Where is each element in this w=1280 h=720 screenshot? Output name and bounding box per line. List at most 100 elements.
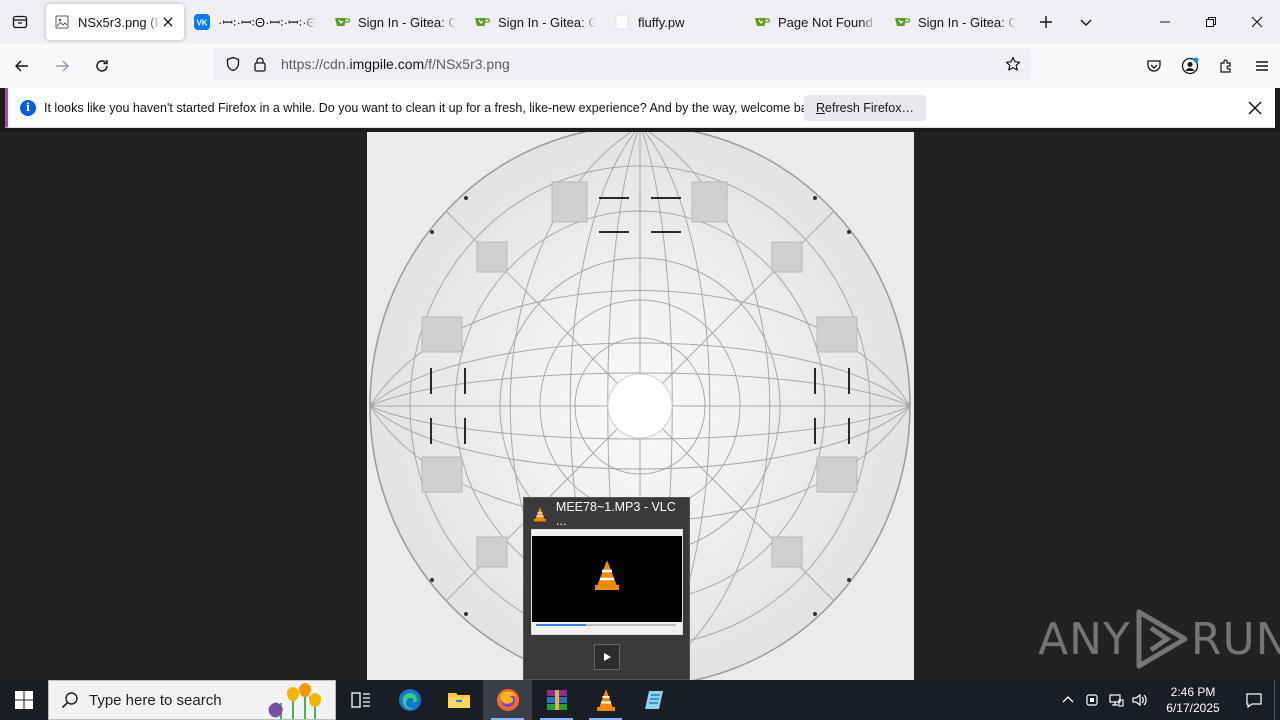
firefox-icon (496, 689, 519, 711)
tab-5[interactable]: fluffy.pw (606, 4, 744, 40)
extensions-button[interactable] (1208, 48, 1244, 84)
windows-logo-icon (15, 691, 33, 709)
play-icon (604, 653, 611, 661)
vk-icon: VK (194, 14, 210, 30)
window-controls (1142, 0, 1280, 44)
tab-title: fluffy.pw (638, 14, 685, 30)
tabs-container: NSx5r3.png (PNG Image) VK ·ꟷ꞉·ꟷ꞉Θ·ꟷ꞉·ꟷ꞉·Θ·… (40, 4, 1026, 40)
windows-taskbar: Type here to search 2:46 PM 6/17/2025 (0, 680, 1280, 720)
bookmark-star-button[interactable] (1001, 52, 1025, 76)
close-window-button[interactable] (1234, 0, 1280, 44)
system-tray: 2:46 PM 6/17/2025 (1056, 680, 1280, 720)
close-tab-icon[interactable] (160, 14, 176, 30)
play-triangle-logo-icon (1136, 609, 1188, 669)
vlc-preview-window (531, 529, 683, 635)
blank-page-icon (614, 14, 630, 30)
speaker-icon (1132, 693, 1147, 707)
image-icon (54, 14, 70, 30)
close-icon (1251, 16, 1263, 28)
edge-taskbar-button[interactable] (385, 680, 434, 720)
network-button[interactable] (1104, 680, 1128, 720)
restore-icon (1206, 17, 1216, 27)
meet-now-button[interactable] (1080, 680, 1104, 720)
clock-date: 6/17/2025 (1166, 701, 1220, 715)
notification-close-button[interactable] (1245, 98, 1265, 118)
restore-button[interactable] (1188, 0, 1234, 44)
firefox-taskbar-button[interactable] (483, 680, 532, 720)
hamburger-icon (1256, 61, 1268, 71)
device-icon (1086, 694, 1098, 706)
back-button[interactable] (4, 48, 40, 84)
start-button[interactable] (0, 680, 48, 720)
edge-icon (398, 689, 421, 711)
task-view-button[interactable] (336, 680, 385, 720)
tab-1[interactable]: NSx5r3.png (PNG Image) (46, 4, 184, 40)
search-placeholder: Type here to search (89, 691, 222, 709)
watermark-left: ANY (1038, 613, 1131, 665)
tab-title: ·ꟷ꞉·ꟷ꞉Θ·ꟷ꞉·ꟷ꞉·Θ·◯·Ͼ (218, 15, 316, 30)
search-icon (61, 691, 81, 709)
firefox-view-icon (12, 15, 28, 29)
tab-strip: NSx5r3.png (PNG Image) VK ·ꟷ꞉·ꟷ꞉Θ·ꟷ꞉·ꟷ꞉·Θ·… (0, 0, 1280, 44)
gitea-icon (334, 14, 350, 30)
list-all-tabs-button[interactable] (1066, 0, 1106, 44)
message-icon (1246, 693, 1262, 708)
clock[interactable]: 2:46 PM 6/17/2025 (1152, 684, 1234, 716)
tulips-decoration-icon (268, 683, 321, 719)
pocket-button[interactable] (1136, 48, 1172, 84)
firefox-view-button[interactable] (0, 0, 40, 44)
vlc-controls (532, 622, 682, 634)
reload-icon (96, 60, 108, 72)
url-host: imgpile.com (349, 56, 425, 72)
tab-3[interactable]: Sign In - Gitea: Git (326, 4, 464, 40)
minimize-button[interactable] (1142, 0, 1188, 44)
star-icon (1005, 56, 1021, 71)
file-explorer-taskbar-button[interactable] (434, 680, 483, 720)
tracking-protection-shield-icon[interactable] (219, 56, 247, 72)
reload-button[interactable] (84, 48, 120, 84)
tab-2[interactable]: VK ·ꟷ꞉·ꟷ꞉Θ·ꟷ꞉·ꟷ꞉·Θ·◯·Ͼ (186, 4, 324, 40)
vlc-taskbar-preview[interactable]: MEE78~1.MP3 - VLC ... (523, 497, 690, 680)
winrar-taskbar-button[interactable] (532, 680, 581, 720)
url-path: /f/NSx5r3.png (424, 56, 510, 72)
plus-icon (1040, 16, 1052, 28)
watermark-right: RUN (1190, 613, 1280, 665)
tab-title: NSx5r3.png (PNG Image) (78, 14, 160, 30)
vlc-taskbar-button[interactable] (581, 680, 630, 720)
tab-6[interactable]: Page Not Found - (746, 4, 884, 40)
notepad-taskbar-button[interactable] (630, 680, 679, 720)
gitea-icon (474, 14, 490, 30)
info-icon: i (20, 99, 36, 116)
puzzle-icon (1220, 59, 1231, 73)
new-tab-button[interactable] (1026, 0, 1066, 44)
show-desktop-button[interactable] (1274, 680, 1280, 720)
url-prefix: https://cdn. (281, 56, 350, 72)
gitea-icon (894, 14, 910, 30)
forward-button[interactable] (44, 48, 80, 84)
navigation-toolbar: https://cdn.imgpile.com/f/NSx5r3.png (0, 44, 1280, 88)
url-text[interactable]: https://cdn.imgpile.com/f/NSx5r3.png (281, 56, 510, 72)
tab-title: Sign In - Gitea: Git (358, 14, 456, 30)
taskbar-search-box[interactable]: Type here to search (48, 680, 336, 720)
address-bar[interactable]: https://cdn.imgpile.com/f/NSx5r3.png (213, 48, 1031, 80)
vlc-cone-icon (533, 507, 546, 522)
show-hidden-icons-button[interactable] (1056, 680, 1080, 720)
svg-text:VK: VK (196, 19, 207, 28)
app-menu-button[interactable] (1244, 48, 1280, 84)
taskbar-apps (336, 680, 679, 720)
account-button[interactable] (1172, 48, 1208, 84)
tab-7[interactable]: Sign In - Gitea: Git (886, 4, 1024, 40)
notification-center-button[interactable] (1234, 680, 1274, 720)
close-icon (1248, 101, 1262, 115)
gitea-icon (754, 14, 770, 30)
lock-icon[interactable] (247, 56, 273, 72)
tab-4[interactable]: Sign In - Gitea: Git (466, 4, 604, 40)
arrow-right-icon (56, 60, 70, 72)
refresh-firefox-button[interactable]: Refresh Firefox… (804, 95, 926, 121)
arrow-left-icon (14, 60, 28, 72)
vlc-seekbar (536, 624, 676, 626)
account-icon (1181, 57, 1199, 75)
pocket-icon (1147, 60, 1161, 72)
volume-button[interactable] (1128, 680, 1152, 720)
vlc-play-button[interactable] (594, 644, 620, 670)
